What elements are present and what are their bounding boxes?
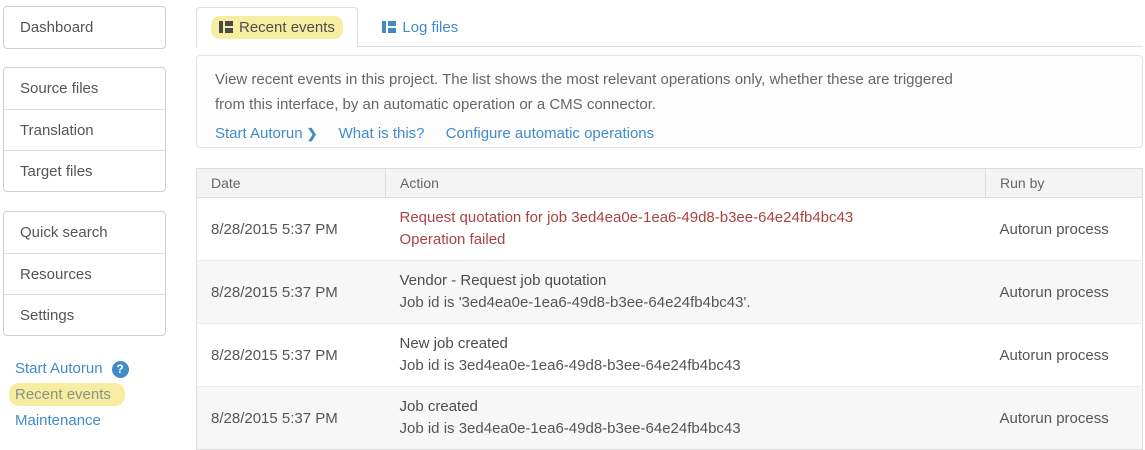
panel-links: Start Autorun❯ What is this? Configure a… [215,125,1124,142]
tab-log-files-label: Log files [402,19,458,36]
sidebar-item-source-files[interactable]: Source files [4,68,165,109]
event-action-detail: Job id is '3ed4ea0e-1ea6-49d8-b3ee-64e24… [400,292,972,314]
help-icon[interactable]: ? [112,361,129,378]
event-date: 8/28/2015 5:37 PM [197,324,386,387]
start-autorun-link[interactable]: Start Autorun❯ [215,125,317,142]
event-action-detail: Operation failed [400,229,972,251]
sidebar-links: Start Autorun ? Recent events Maintenanc… [15,358,175,436]
column-header-run-by: Run by [986,169,1143,198]
event-run-by: Autorun process [986,198,1143,261]
highlight-marker: Recent events [9,383,125,406]
table-row: 8/28/2015 5:37 PM New job created Job id… [197,324,1143,387]
what-is-this-link[interactable]: What is this? [339,125,425,142]
tab-description-panel: View recent events in this project. The … [196,55,1143,148]
event-action-title: Job created [400,396,972,418]
tab-log-files[interactable]: Log files [362,8,478,48]
sidebar-box-tools: Quick search Resources Settings [3,211,166,336]
column-header-date: Date [197,169,386,198]
tab-recent-events[interactable]: Recent events [196,7,358,48]
table-row: 8/28/2015 5:37 PM Vendor - Request job q… [197,261,1143,324]
sidebar-link-maintenance[interactable]: Maintenance [15,410,175,432]
event-run-by: Autorun process [986,324,1143,387]
event-run-by: Autorun process [986,387,1143,450]
event-date: 8/28/2015 5:37 PM [197,261,386,324]
event-action-title: Vendor - Request job quotation [400,270,972,292]
log-files-icon [382,20,396,32]
tab-recent-events-label: Recent events [239,19,335,36]
sidebar-item-dashboard[interactable]: Dashboard [4,7,165,48]
chevron-right-icon: ❯ [307,126,318,141]
sidebar-item-translation[interactable]: Translation [4,109,165,150]
sidebar-link-recent-events[interactable]: Recent events [15,384,175,406]
sidebar-box-dashboard: Dashboard [3,6,166,49]
sidebar-item-target-files[interactable]: Target files [4,150,165,191]
sidebar-item-quick-search[interactable]: Quick search [4,212,165,253]
sidebar-item-resources[interactable]: Resources [4,253,165,294]
configure-automatic-operations-link[interactable]: Configure automatic operations [446,125,654,142]
sidebar-box-files: Source files Translation Target files [3,67,166,192]
column-header-action: Action [386,169,986,198]
tab-bar: Recent events Log files [196,7,1143,47]
table-row: 8/28/2015 5:37 PM Job created Job id is … [197,387,1143,450]
sidebar-item-settings[interactable]: Settings [4,294,165,335]
events-list-icon [219,20,233,32]
event-action-detail: Job id is 3ed4ea0e-1ea6-49d8-b3ee-64e24f… [400,355,972,377]
event-action-title: Request quotation for job 3ed4ea0e-1ea6-… [400,207,972,229]
event-date: 8/28/2015 5:37 PM [197,198,386,261]
event-action-detail: Job id is 3ed4ea0e-1ea6-49d8-b3ee-64e24f… [400,418,972,440]
recent-events-table: Date Action Run by 8/28/2015 5:37 PM Req… [196,168,1143,450]
event-date: 8/28/2015 5:37 PM [197,387,386,450]
table-header-row: Date Action Run by [197,169,1143,198]
sidebar-link-start-autorun[interactable]: Start Autorun [15,358,103,380]
event-action-title: New job created [400,333,972,355]
table-row: 8/28/2015 5:37 PM Request quotation for … [197,198,1143,261]
panel-description: View recent events in this project. The … [215,67,960,117]
event-run-by: Autorun process [986,261,1143,324]
